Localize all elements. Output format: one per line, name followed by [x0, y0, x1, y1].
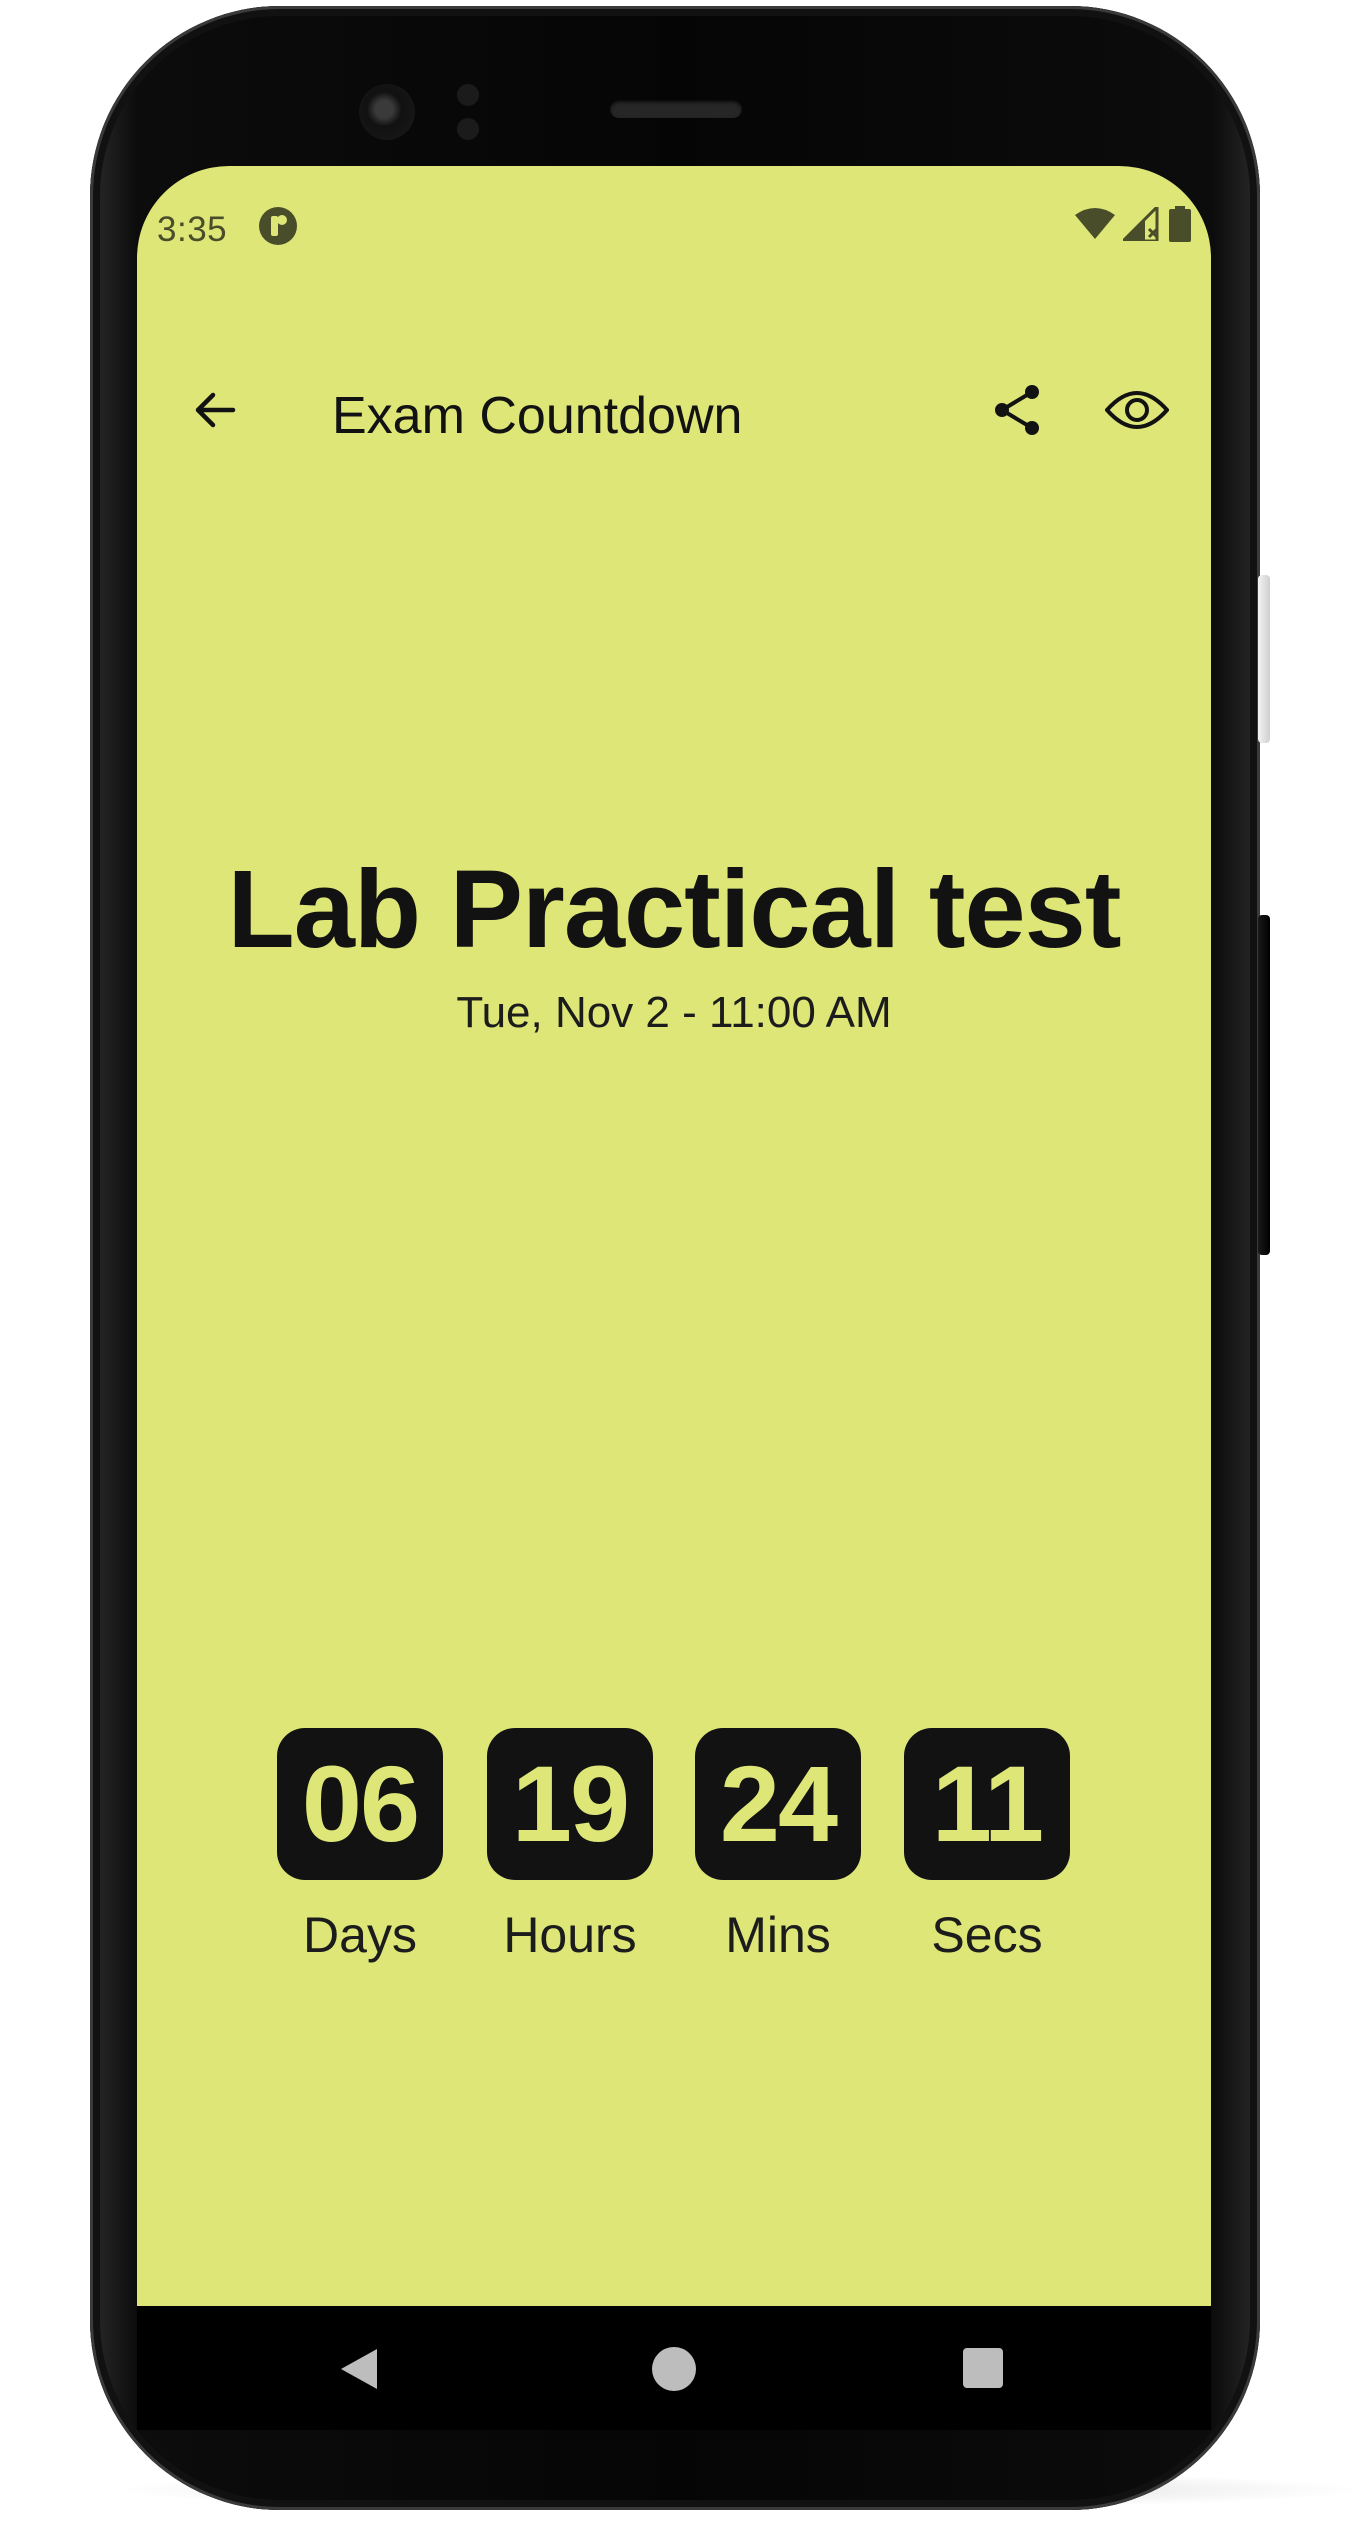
- nav-home-icon[interactable]: [652, 2347, 696, 2391]
- countdown-mins: 24 Mins: [695, 1728, 861, 1964]
- exam-datetime: Tue, Nov 2 - 11:00 AM: [456, 988, 892, 1037]
- status-time: 3:35: [157, 210, 228, 249]
- countdown-secs: 11 Secs: [904, 1728, 1070, 1964]
- eye-icon: [1104, 388, 1170, 437]
- device-frame: 3:35 Exam Countdown Lab Practical test T…: [0, 0, 1370, 2534]
- power-button[interactable]: [1258, 575, 1270, 743]
- system-nav-bar: [137, 2306, 1211, 2430]
- mins-value: 24: [695, 1728, 861, 1880]
- hours-value: 19: [487, 1728, 653, 1880]
- earpiece-speaker: [610, 100, 742, 118]
- app-screen: 3:35 Exam Countdown Lab Practical test T…: [137, 166, 1211, 2428]
- exam-name: Lab Practical test: [227, 848, 1122, 971]
- secs-label: Secs: [931, 1907, 1043, 1963]
- battery-icon: [1169, 206, 1191, 247]
- proximity-sensor: [457, 84, 479, 106]
- countdown-timer: 06 Days 19 Hours 24 Mins 11 Secs: [137, 1728, 1211, 1968]
- light-sensor: [457, 118, 479, 140]
- mins-label: Mins: [725, 1907, 831, 1963]
- nav-recents-icon[interactable]: [963, 2348, 1003, 2388]
- hours-label: Hours: [503, 1907, 637, 1963]
- days-label: Days: [303, 1907, 417, 1963]
- share-button[interactable]: [980, 374, 1056, 450]
- nav-back-icon[interactable]: [337, 2347, 381, 2391]
- back-button[interactable]: [177, 374, 253, 450]
- wifi-icon: [1075, 207, 1115, 246]
- cell-signal-icon: [1119, 203, 1161, 246]
- arrow-back-icon: [191, 386, 239, 439]
- preview-button[interactable]: [1099, 374, 1175, 450]
- app-notification-icon: [258, 206, 298, 246]
- front-camera: [359, 84, 415, 140]
- secs-value: 11: [904, 1728, 1070, 1880]
- days-value: 06: [277, 1728, 443, 1880]
- countdown-days: 06 Days: [277, 1728, 443, 1964]
- app-bar-title: Exam Countdown: [332, 387, 743, 445]
- countdown-hours: 19 Hours: [487, 1728, 653, 1964]
- volume-button[interactable]: [1258, 915, 1270, 1255]
- status-icons: [1075, 203, 1191, 247]
- share-icon: [990, 382, 1046, 443]
